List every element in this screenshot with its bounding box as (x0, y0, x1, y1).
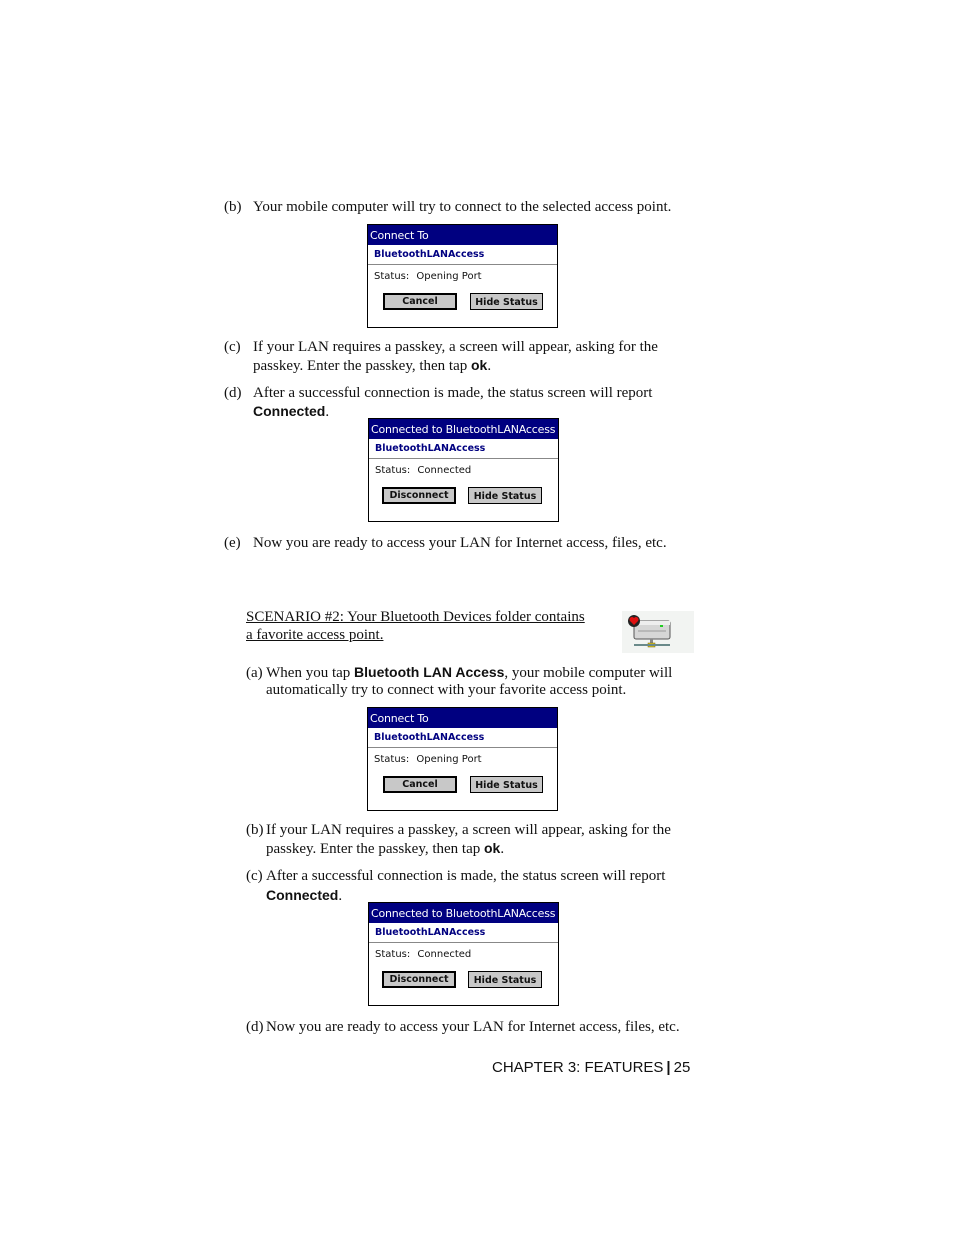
step-text: Now you are ready to access your LAN for… (253, 535, 667, 551)
status-row: Status: Opening Port (368, 748, 557, 766)
step-text: Now you are ready to access your LAN for… (266, 1019, 680, 1035)
status-row: Status: Connected (369, 459, 558, 477)
scenario-2-heading-line2: a favorite access point. (246, 627, 384, 643)
status-value: Opening Port (416, 271, 482, 282)
punct: . (338, 888, 343, 904)
connected-keyword: Connected (253, 403, 326, 419)
scenario-2-step-c-line2: Connected. (266, 886, 342, 905)
punct: . (325, 404, 330, 420)
ok-keyword: ok (471, 357, 488, 373)
page-number: 25 (673, 1059, 691, 1076)
step-label: (d) (224, 385, 242, 401)
dialog-title: Connect To (368, 225, 557, 245)
status-label: Status: (375, 949, 411, 960)
status-row: Status: Opening Port (368, 265, 557, 283)
status-value: Connected (417, 465, 472, 476)
step-text: passkey. Enter the passkey, then tap (266, 841, 484, 857)
step-text: , your mobile computer will (504, 665, 673, 681)
connected-dialog: Connected to BluetoothLANAccess Bluetoot… (368, 418, 559, 522)
page-footer: CHAPTER 3: FEATURES | 25 (492, 1059, 690, 1076)
dialog-title: Connected to BluetoothLANAccess (369, 419, 558, 439)
hide-status-button[interactable]: Hide Status (468, 487, 542, 504)
disconnect-button[interactable]: Disconnect (382, 487, 456, 504)
status-value: Connected (417, 949, 472, 960)
step-label: (c) (246, 868, 263, 884)
step-text: Your mobile computer will try to connect… (253, 199, 672, 215)
status-value: Opening Port (416, 754, 482, 765)
step-b: (b) Your mobile computer will try to con… (224, 198, 671, 216)
bluetooth-lan-access-keyword: Bluetooth LAN Access (354, 664, 505, 680)
status-row: Status: Connected (369, 943, 558, 961)
connect-to-dialog: Connect To BluetoothLANAccess Status: Op… (367, 707, 558, 811)
hide-status-button[interactable]: Hide Status (468, 971, 542, 988)
step-label: (e) (224, 535, 241, 551)
scenario-2-step-a-line2: automatically try to connect with your f… (266, 682, 627, 698)
footer-separator: | (666, 1059, 671, 1076)
step-label: (d) (246, 1019, 264, 1035)
device-name: BluetoothLANAccess (368, 728, 557, 748)
step-text: After a successful connection is made, t… (253, 385, 653, 401)
cancel-button[interactable]: Cancel (383, 776, 457, 793)
dialog-title: Connected to BluetoothLANAccess (369, 903, 558, 923)
step-text: If your LAN requires a passkey, a screen… (253, 339, 658, 355)
connected-keyword: Connected (266, 887, 339, 903)
cancel-button[interactable]: Cancel (383, 293, 457, 310)
hide-status-button[interactable]: Hide Status (470, 776, 543, 793)
step-e: (e) Now you are ready to access your LAN… (224, 534, 667, 552)
step-d: (d) After a successful connection is mad… (224, 384, 652, 402)
status-label: Status: (375, 465, 411, 476)
punct: . (500, 841, 505, 857)
step-label: (c) (224, 339, 241, 355)
status-label: Status: (374, 754, 410, 765)
step-label: (a) (246, 665, 263, 681)
step-text: passkey. Enter the passkey, then tap (253, 358, 471, 374)
step-text: When you tap (266, 665, 355, 681)
device-name: BluetoothLANAccess (369, 439, 558, 459)
scenario-2-heading: SCENARIO #2: Your Bluetooth Devices fold… (246, 609, 585, 625)
punct: . (487, 358, 492, 374)
chapter-title: CHAPTER 3: FEATURES (492, 1059, 664, 1076)
ok-keyword: ok (484, 840, 501, 856)
scenario-2-step-b-line2: passkey. Enter the passkey, then tap ok. (266, 839, 504, 858)
scenario-2-step-d: (d) Now you are ready to access your LAN… (246, 1018, 680, 1036)
step-label: (b) (246, 822, 264, 838)
hide-status-button[interactable]: Hide Status (470, 293, 543, 310)
scenario-2-step-c: (c) After a successful connection is mad… (246, 867, 665, 885)
step-d-line2: Connected. (253, 402, 329, 421)
connected-dialog: Connected to BluetoothLANAccess Bluetoot… (368, 902, 559, 1006)
favorite-access-point-icon (622, 611, 694, 653)
step-c-line2: passkey. Enter the passkey, then tap ok. (253, 356, 491, 375)
device-name: BluetoothLANAccess (369, 923, 558, 943)
step-text: If your LAN requires a passkey, a screen… (266, 822, 671, 838)
step-text: After a successful connection is made, t… (266, 868, 666, 884)
scenario-2-step-b: (b) If your LAN requires a passkey, a sc… (246, 821, 671, 839)
step-c: (c) If your LAN requires a passkey, a sc… (224, 338, 658, 356)
dialog-title: Connect To (368, 708, 557, 728)
scenario-2-step-a: (a) When you tap Bluetooth LAN Access, y… (246, 663, 672, 682)
device-name: BluetoothLANAccess (368, 245, 557, 265)
status-label: Status: (374, 271, 410, 282)
disconnect-button[interactable]: Disconnect (382, 971, 456, 988)
step-label: (b) (224, 199, 242, 215)
connect-to-dialog: Connect To BluetoothLANAccess Status: Op… (367, 224, 558, 328)
